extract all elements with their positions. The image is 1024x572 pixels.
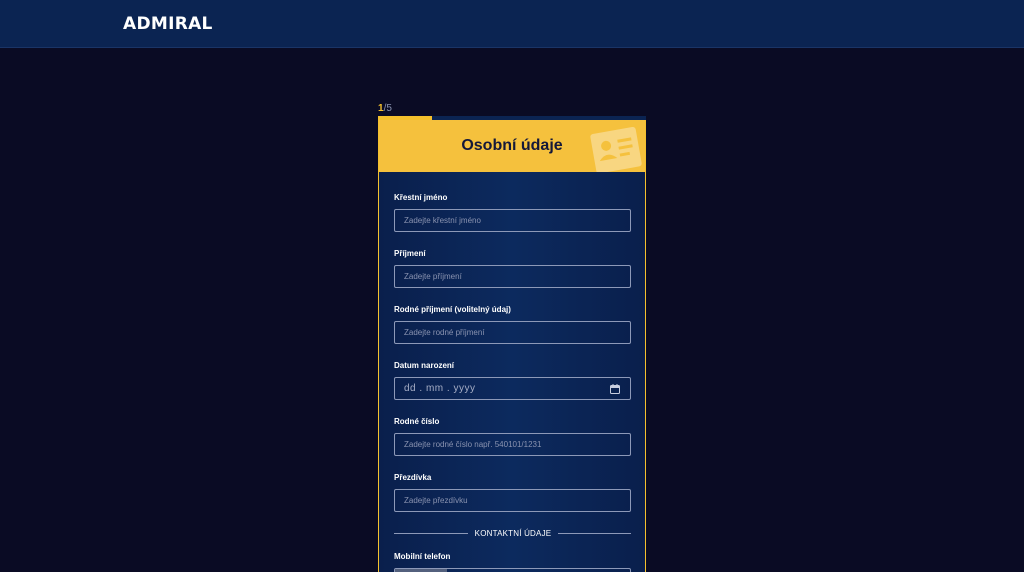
top-bar: ADMIRAL: [0, 0, 1024, 48]
step-total: /5: [383, 103, 392, 114]
mobile-phone-input[interactable]: [394, 568, 631, 572]
last-name-input[interactable]: [394, 265, 631, 288]
card-header: Osobní údaje: [379, 120, 645, 172]
birth-date-placeholder: dd . mm . yyyy: [404, 383, 476, 394]
birth-date-input[interactable]: dd . mm . yyyy: [394, 377, 631, 400]
section-divider-right: [558, 533, 631, 534]
nickname-input[interactable]: [394, 489, 631, 512]
contact-section-heading: KONTAKTNÍ ÚDAJE: [474, 529, 552, 538]
birth-surname-input[interactable]: [394, 321, 631, 344]
first-name-input[interactable]: [394, 209, 631, 232]
birth-number-label: Rodné číslo: [394, 417, 440, 426]
birth-number-input[interactable]: [394, 433, 631, 456]
last-name-label: Příjmení: [394, 249, 426, 258]
step-indicator: 1/5: [378, 103, 392, 114]
section-divider-left: [394, 533, 468, 534]
calendar-icon[interactable]: [610, 384, 620, 394]
brand-name: ADMIRAL: [123, 14, 213, 34]
id-card-icon: [590, 126, 642, 172]
nickname-label: Přezdívka: [394, 473, 432, 482]
birth-surname-label: Rodné příjmení (volitelný údaj): [394, 305, 511, 314]
admiral-logo[interactable]: ADMIRAL: [123, 14, 213, 34]
mobile-phone-label: Mobilní telefon: [394, 552, 451, 561]
first-name-label: Křestní jméno: [394, 193, 448, 202]
birth-date-label: Datum narození: [394, 361, 455, 370]
personal-info-card: Osobní údaje Křestní jméno Příjmení Rodn…: [378, 120, 646, 572]
